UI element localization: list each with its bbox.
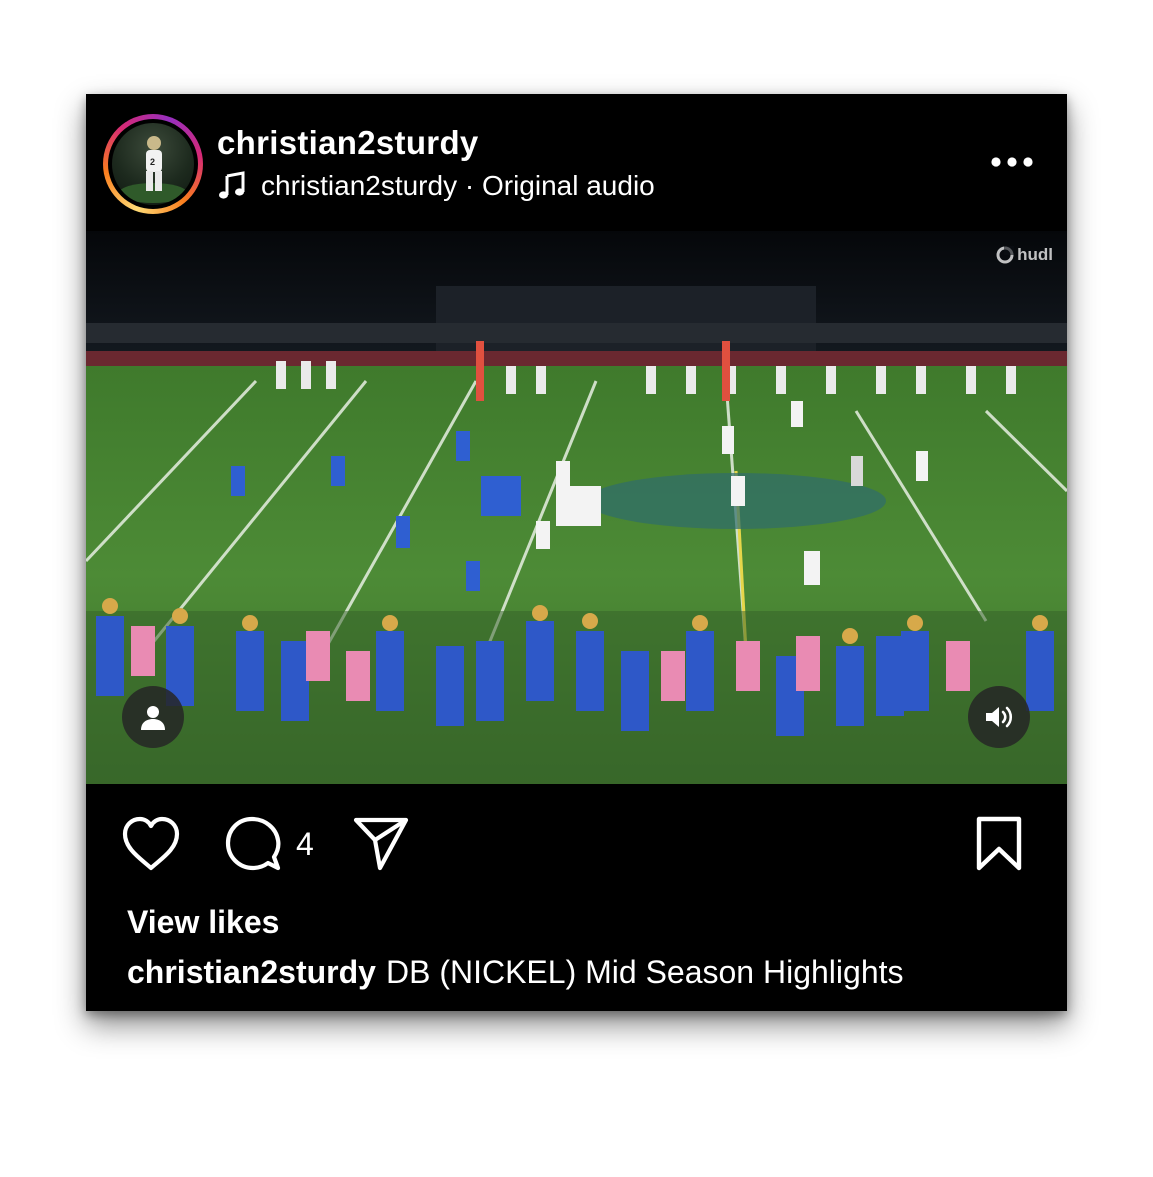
- bookmark-icon: [976, 816, 1022, 871]
- action-bar: 4: [86, 784, 1067, 894]
- post-username[interactable]: christian2sturdy: [217, 124, 479, 162]
- caption-username[interactable]: christian2sturdy: [127, 954, 376, 990]
- comment-icon: [225, 816, 281, 871]
- person-icon: [141, 706, 165, 730]
- view-likes-link[interactable]: View likes: [127, 904, 279, 941]
- story-ring[interactable]: 2: [103, 114, 203, 214]
- audio-link[interactable]: christian2sturdy · Original audio: [217, 168, 655, 204]
- instagram-post: 2 christian2sturdy christian2sturdy · Or…: [86, 94, 1067, 1011]
- send-icon: [353, 817, 409, 871]
- svg-text:2: 2: [150, 157, 155, 167]
- speaker-icon: [986, 706, 1013, 728]
- video-player[interactable]: hudl: [86, 231, 1067, 784]
- like-button[interactable]: [121, 814, 181, 874]
- comment-button[interactable]: 4: [224, 814, 314, 874]
- tagged-people-button[interactable]: [122, 686, 184, 748]
- more-horizontal-icon: [991, 157, 1033, 167]
- save-button[interactable]: [974, 814, 1030, 874]
- hudl-watermark: hudl: [996, 245, 1053, 265]
- video-frame: [86, 231, 1067, 784]
- post-header: 2 christian2sturdy christian2sturdy · Or…: [86, 94, 1067, 231]
- music-note-icon: [219, 171, 245, 199]
- heart-icon: [122, 816, 180, 871]
- avatar[interactable]: 2: [112, 123, 194, 205]
- sound-toggle-button[interactable]: [968, 686, 1030, 748]
- more-options-button[interactable]: [982, 144, 1042, 180]
- audio-label: christian2sturdy · Original audio: [261, 170, 655, 201]
- caption-text: DB (NICKEL) Mid Season Highlights: [385, 954, 904, 990]
- comment-count: 4: [296, 825, 314, 862]
- share-button[interactable]: [352, 814, 412, 874]
- hudl-logo-icon: [996, 246, 1015, 264]
- post-caption: christian2sturdy DB (NICKEL) Mid Season H…: [127, 954, 904, 991]
